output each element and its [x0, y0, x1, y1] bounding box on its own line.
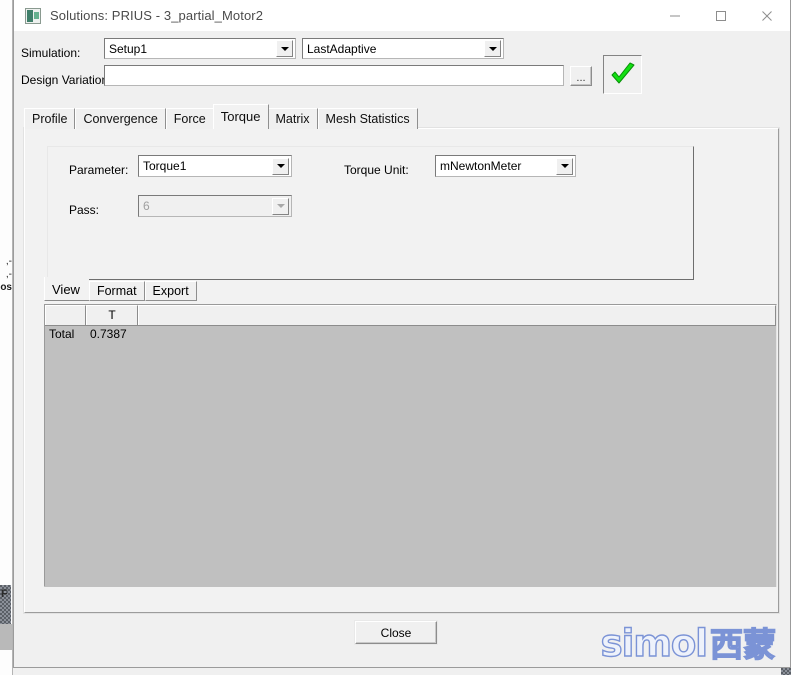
pass-label: Pass:: [69, 203, 100, 217]
design-variation-browse-button[interactable]: ...: [570, 66, 592, 86]
green-check-icon: [611, 62, 634, 83]
torque-unit-select-value: mNewtonMeter: [440, 159, 522, 173]
background-fragment: os: [0, 282, 12, 293]
chevron-down-icon[interactable]: [484, 40, 501, 57]
simulation-select[interactable]: Setup1: [104, 38, 296, 59]
design-variation-label: Design Variation:: [21, 73, 112, 87]
tab-torque[interactable]: Torque: [212, 104, 269, 129]
table-row[interactable]: Total 0.7387: [45, 326, 776, 342]
cell-torque-value: 0.7387: [90, 327, 127, 341]
background-window-strip: [0, 0, 13, 675]
dialog-footer: Close simol西蒙: [14, 612, 790, 667]
validate-button[interactable]: [603, 55, 642, 94]
results-grid-header: T: [45, 305, 776, 326]
torque-unit-select[interactable]: mNewtonMeter: [435, 155, 576, 177]
background-fragment: -,: [5, 256, 12, 267]
design-variation-input[interactable]: [104, 65, 564, 86]
column-header-empty[interactable]: [138, 305, 776, 325]
chevron-down-icon[interactable]: [556, 157, 573, 175]
chevron-down-icon[interactable]: [276, 40, 293, 57]
pass-select: 6: [138, 195, 292, 217]
simulation-label: Simulation:: [21, 46, 81, 60]
solutions-dialog: Solutions: PRIUS - 3_partial_Motor2 Simu…: [13, 0, 791, 668]
close-button[interactable]: Close: [355, 621, 437, 644]
results-grid[interactable]: T Total 0.7387: [44, 304, 777, 587]
solution-selector-form: Simulation: Setup1 LastAdaptive Design V…: [14, 32, 790, 104]
window-controls: [652, 0, 790, 31]
result-view-tabs: View Format Export: [44, 277, 197, 301]
tab-force[interactable]: Force: [165, 108, 214, 129]
background-text-fragments: -, -, os: [0, 255, 12, 294]
background-gray-block: [0, 624, 12, 650]
close-icon[interactable]: [744, 0, 790, 31]
subtab-export[interactable]: Export: [144, 281, 197, 301]
torque-unit-label: Torque Unit:: [344, 163, 409, 177]
adaptive-pass-select[interactable]: LastAdaptive: [302, 38, 504, 59]
background-corner-letter: F: [1, 588, 8, 600]
main-tab-strip: Profile Convergence Force Torque Matrix …: [24, 104, 418, 129]
subtab-view[interactable]: View: [44, 277, 89, 301]
tab-profile[interactable]: Profile: [24, 108, 76, 129]
watermark-latin: simol: [600, 622, 709, 665]
adaptive-pass-select-value: LastAdaptive: [307, 41, 377, 56]
chevron-down-icon: [272, 197, 289, 215]
watermark-cjk: 西蒙: [709, 624, 776, 664]
cell-row-label: Total: [49, 327, 75, 341]
title-bar: Solutions: PRIUS - 3_partial_Motor2: [14, 0, 790, 32]
results-grid-body: Total 0.7387: [45, 326, 776, 587]
application-icon: [25, 7, 41, 24]
parameter-label: Parameter:: [69, 163, 129, 177]
pass-select-value: 6: [143, 199, 150, 213]
column-header-name[interactable]: [45, 305, 86, 325]
parameter-select-value: Torque1: [143, 159, 187, 173]
tab-mesh-statistics[interactable]: Mesh Statistics: [317, 108, 418, 129]
subtab-format[interactable]: Format: [88, 281, 145, 301]
background-fragment: -,: [5, 269, 12, 280]
tab-matrix[interactable]: Matrix: [267, 108, 318, 129]
simulation-select-value: Setup1: [109, 41, 148, 56]
window-title: Solutions: PRIUS - 3_partial_Motor2: [50, 8, 264, 23]
watermark-logo: simol西蒙: [600, 622, 777, 665]
maximize-icon[interactable]: [698, 0, 744, 31]
tab-convergence[interactable]: Convergence: [75, 108, 166, 129]
minimize-icon[interactable]: [652, 0, 698, 31]
column-header-t[interactable]: T: [86, 305, 138, 325]
chevron-down-icon[interactable]: [272, 157, 289, 175]
parameter-select[interactable]: Torque1: [138, 155, 292, 177]
